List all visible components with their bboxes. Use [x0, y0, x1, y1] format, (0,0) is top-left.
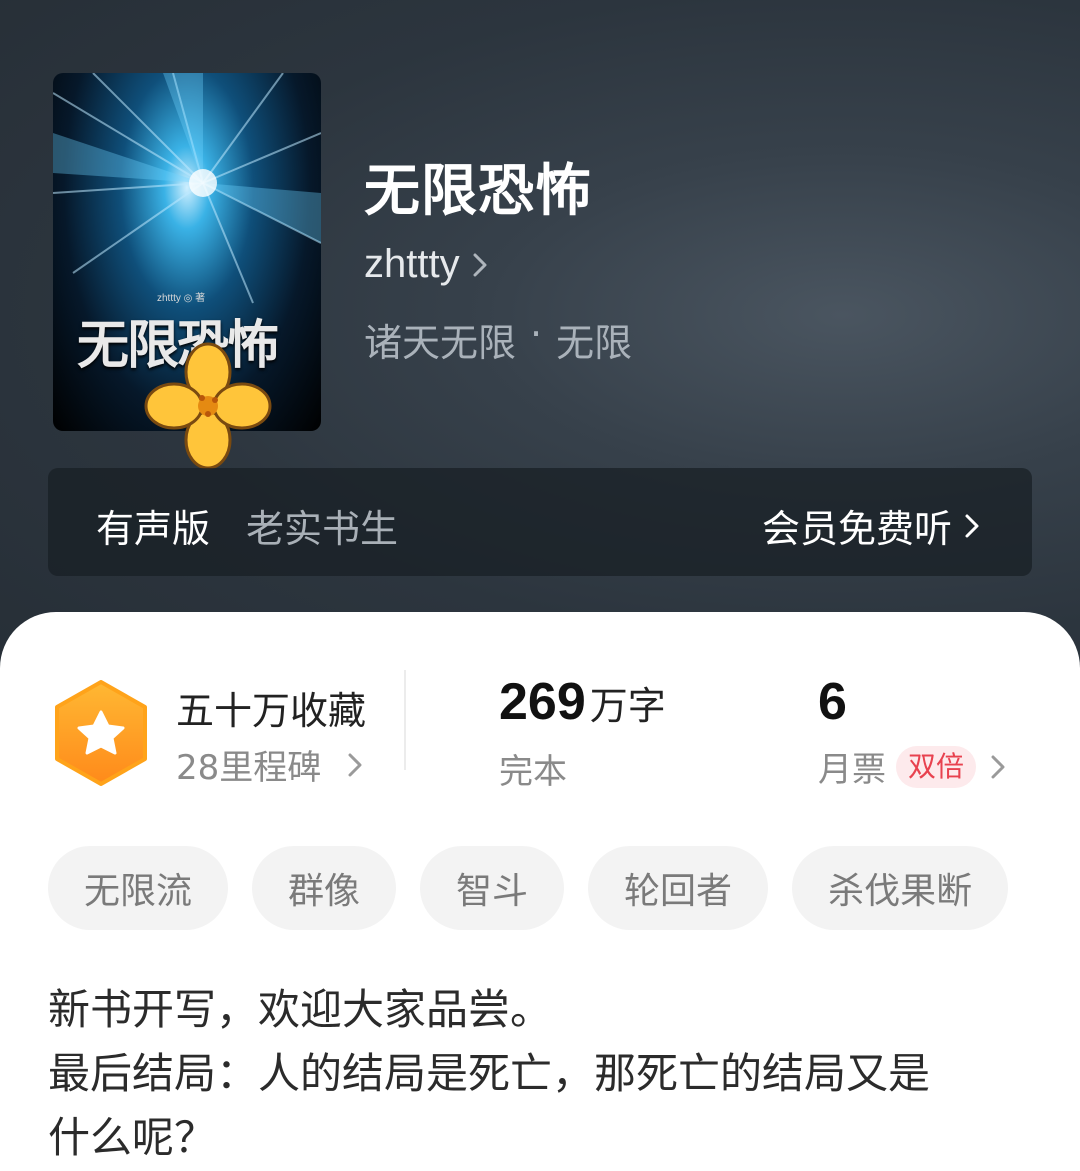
member-free-listen-button[interactable]: 会员免费听: [762, 498, 980, 553]
tag-chip[interactable]: 无限流: [48, 846, 229, 930]
tag-chip[interactable]: 轮回者: [588, 846, 769, 930]
milestone-link[interactable]: 28里程碑: [176, 740, 363, 789]
double-badge: 双倍: [896, 745, 977, 788]
book-title: 无限恐怖: [364, 158, 592, 224]
collection-count[interactable]: 五十万收藏: [176, 680, 366, 735]
tag-chip[interactable]: 杀伐果断: [792, 846, 1009, 930]
cover-author: zhttty ◎ 著: [157, 293, 206, 304]
tag-chip[interactable]: 智斗: [420, 846, 565, 930]
stats-divider: [404, 670, 406, 770]
description-line: 新书开写，欢迎大家品尝。: [48, 985, 553, 1034]
flower-sticker-icon: [144, 342, 272, 470]
tag-chip[interactable]: 群像: [252, 846, 397, 930]
chevron-right-icon: [965, 514, 979, 537]
audiobook-narrator: 老实书生: [246, 507, 399, 551]
genre-primary[interactable]: 诸天无限: [364, 312, 516, 367]
star-hexagon-icon: [55, 680, 147, 786]
word-count: 269 万字: [499, 672, 666, 732]
tag-list: 无限流 群像 智斗 轮回者 杀伐果断: [48, 846, 1009, 930]
word-count-number: 269: [499, 673, 586, 731]
word-count-unit: 万字: [589, 684, 666, 728]
description-line: 什么呢？: [48, 1113, 217, 1162]
milestone-label: 28里程碑: [176, 748, 322, 788]
genre-separator: ·: [530, 312, 543, 356]
monthly-ticket-link[interactable]: 月票 双倍: [818, 742, 1006, 791]
chevron-right-icon: [473, 253, 487, 276]
book-header: zhttty ◎ 著 无限恐怖 无限恐怖 zhttty 诸天无限 · 无限 有声…: [0, 0, 1080, 700]
book-description[interactable]: 新书开写，欢迎大家品尝。 最后结局：人的结局是死亡，那死亡的结局又是 什么呢？: [48, 978, 1038, 1170]
author-name: zhttty: [364, 242, 460, 286]
monthly-ticket-label: 月票: [818, 750, 886, 790]
monthly-ticket-count: 6: [818, 673, 847, 731]
audiobook-bar[interactable]: 有声版 老实书生 会员免费听: [48, 468, 1032, 576]
chevron-right-icon: [348, 753, 362, 776]
genre-secondary[interactable]: 无限: [556, 312, 632, 367]
genre-line: 诸天无限 · 无限: [364, 312, 632, 367]
member-free-listen-label: 会员免费听: [761, 507, 952, 551]
audiobook-label: 有声版: [96, 507, 211, 551]
description-line: 最后结局：人的结局是死亡，那死亡的结局又是: [48, 1049, 931, 1098]
chevron-right-icon: [991, 755, 1005, 778]
completion-status: 完本: [499, 752, 567, 792]
author-link[interactable]: zhttty: [364, 242, 488, 287]
